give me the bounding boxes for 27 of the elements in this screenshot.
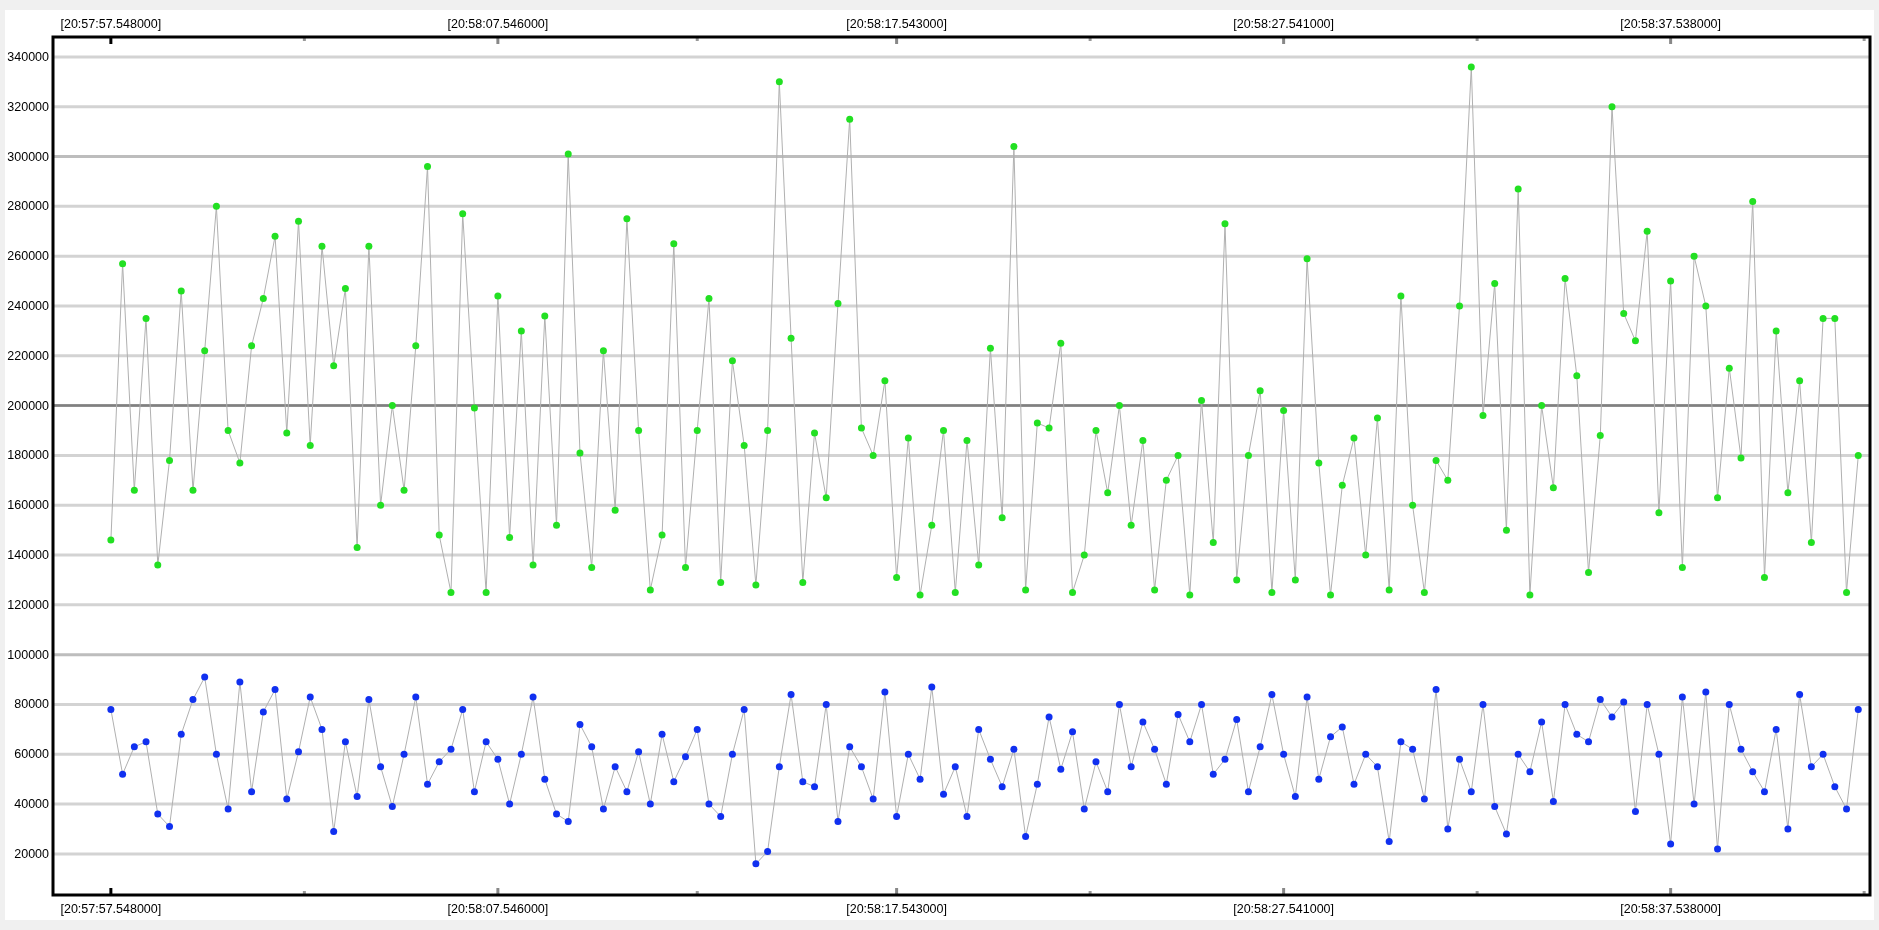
y-axis-label: 140000 bbox=[7, 548, 49, 563]
x-axis-label: [20:58:37.538000] bbox=[1620, 902, 1722, 916]
y-axis-label: 200000 bbox=[7, 398, 49, 413]
x-axis-label: [20:58:27.541000] bbox=[1233, 902, 1334, 916]
y-axis-label: 300000 bbox=[7, 149, 49, 164]
y-axis-label: 20000 bbox=[14, 846, 49, 861]
x-axis-label: [20:58:27.541000] bbox=[1233, 17, 1334, 31]
x-axis-label: [20:58:37.538000] bbox=[1620, 17, 1722, 31]
y-axis-label: 120000 bbox=[7, 597, 49, 612]
x-axis-label: [20:57:57.548000] bbox=[60, 17, 162, 31]
y-axis-label: 240000 bbox=[7, 299, 49, 313]
y-axis-label: 40000 bbox=[14, 797, 49, 812]
y-axis-label: 260000 bbox=[7, 249, 49, 264]
y-axis-label: 280000 bbox=[7, 199, 49, 214]
y-axis-label: 220000 bbox=[7, 348, 49, 363]
x-axis-label: [20:58:17.543000] bbox=[846, 17, 947, 31]
x-axis-label: [20:57:57.548000] bbox=[60, 902, 162, 916]
y-axis-label: 180000 bbox=[7, 448, 49, 463]
x-axis-label: [20:58:07.546000] bbox=[447, 17, 549, 31]
x-axis-label: [20:58:17.543000] bbox=[846, 902, 947, 916]
y-axis-label: 60000 bbox=[14, 747, 49, 762]
y-axis-label: 160000 bbox=[7, 498, 49, 513]
y-axis-label: 80000 bbox=[14, 697, 49, 712]
y-axis-label: 340000 bbox=[7, 49, 49, 64]
y-axis-label: 100000 bbox=[7, 647, 49, 662]
x-axis-label: [20:58:07.546000] bbox=[447, 902, 549, 916]
y-axis-label: 320000 bbox=[7, 99, 49, 114]
